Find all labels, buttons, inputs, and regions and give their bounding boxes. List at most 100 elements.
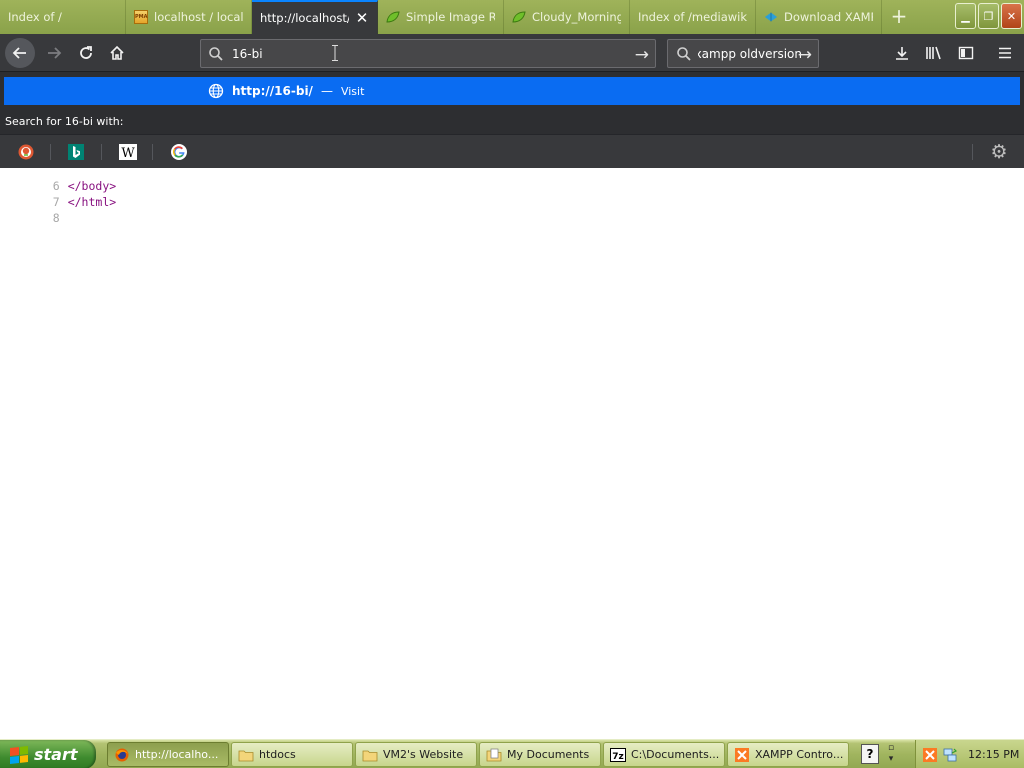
start-label: start [34,745,78,764]
task-label: My Documents [507,748,590,761]
download-icon [896,47,908,60]
taskbar-item-7zip[interactable]: 7z C:\Documents... [603,742,725,767]
reload-icon [80,46,92,59]
start-button[interactable]: start [0,740,96,768]
task-label: htdocs [259,748,296,761]
google-button[interactable] [169,142,189,162]
library-button[interactable] [920,39,948,67]
downloads-button[interactable] [888,39,916,67]
tab-label: Simple Image Resizer [406,10,495,24]
suggestion-url: http://16-bi/ [232,84,313,98]
taskbar-item-vm2-website[interactable]: VM2's Website [355,742,477,767]
line-number: 8 [52,211,60,225]
back-button[interactable] [5,38,35,68]
home-button[interactable] [103,39,131,67]
search-icon [677,46,691,61]
home-icon [110,45,124,60]
hamburger-menu-icon [999,47,1011,59]
search-bar[interactable]: xampp oldversion → [667,39,819,68]
xampp-icon [735,747,749,762]
menu-button[interactable] [991,39,1019,67]
search-go-arrow-icon[interactable]: → [798,45,812,65]
suggestion-separator: — [320,84,333,98]
engine-divider [101,144,102,160]
code-text: </html> [67,195,117,209]
bing-button[interactable] [66,142,86,162]
globe-icon [208,83,224,99]
system-tray: 12:15 PM [915,740,1024,768]
tab-localhost-phpmyadmin[interactable]: PMA localhost / localhost [126,0,252,34]
duckduckgo-icon [18,144,34,160]
taskbar: start http://localho... htdocs VM2's Web… [0,739,1024,768]
search-for-label: Search for 16-bi with: [0,110,1024,134]
wikipedia-button[interactable]: W [118,142,138,162]
engine-divider [152,144,153,160]
task-label: C:\Documents... [631,748,720,761]
firefox-icon [115,748,129,761]
go-arrow-icon[interactable]: → [635,45,649,65]
text-cursor-icon [332,45,338,61]
leaf-icon [386,11,400,23]
documents-icon [486,748,502,761]
restore-button[interactable]: ❐ [978,3,999,29]
url-autocomplete-popup: http://16-bi/ — Visit Search for 16-bi w… [0,72,1024,168]
tab-index-of-mediawiki[interactable]: Index of /mediawiki/1 [630,0,756,34]
search-input[interactable]: xampp oldversion [698,47,802,61]
engine-divider [972,144,973,160]
navigation-toolbar: → xampp oldversion → [0,34,1024,72]
tab-cloudy-morning[interactable]: Cloudy_Morning_ [504,0,630,34]
autocomplete-suggestion[interactable]: http://16-bi/ — Visit [4,77,1020,105]
tab-label: Index of /mediawiki/1 [638,10,747,24]
language-indicator[interactable]: ? [861,744,879,764]
xampp-tray-icon[interactable] [922,747,938,763]
code-line: 7 </html> [0,178,116,209]
bird-icon [764,12,778,22]
leaf-icon [512,11,526,23]
code-line: 6 </body> [0,168,116,193]
new-tab-button[interactable]: + [886,4,912,30]
taskbar-item-htdocs[interactable]: htdocs [231,742,353,767]
bing-icon [68,144,84,160]
clock[interactable]: 12:15 PM [968,748,1019,761]
tab-label: http://localhost/wiki/index.php [260,11,349,25]
url-bar[interactable]: → [200,39,656,68]
forward-button[interactable] [40,39,68,67]
taskbar-item-xampp[interactable]: XAMPP Contro... [727,742,849,767]
tab-label: Index of / [8,10,62,24]
taskbar-item-firefox[interactable]: http://localho... [107,742,229,767]
folder-icon [238,750,254,761]
tab-index-of-root[interactable]: Index of / [0,0,126,34]
tab-label: Download XAMPP [784,10,873,24]
task-label: XAMPP Contro... [755,748,844,761]
tab-simple-image-resizer[interactable]: Simple Image Resizer [378,0,504,34]
url-input[interactable] [232,46,612,61]
page-content: 6 </body> 7 </html> 8 [0,168,1024,739]
7zip-icon: 7z [610,747,626,762]
forward-arrow-icon [48,47,62,59]
gear-icon[interactable]: ⚙ [988,141,1010,163]
svg-text:W: W [121,146,135,160]
tab-download-xampp[interactable]: Download XAMPP [756,0,882,34]
show-hidden-icons-arrow[interactable]: ▫ ▾ [884,743,898,767]
tab-localhost-wiki[interactable]: http://localhost/wiki/index.php ✕ [252,0,378,34]
search-engine-bar: W ⚙ [0,134,1024,168]
duckduckgo-button[interactable] [16,142,36,162]
task-label: http://localho... [135,748,219,761]
sidebar-button[interactable] [952,39,980,67]
close-tab-icon[interactable]: ✕ [355,9,369,27]
minimize-button[interactable]: ▁ [955,3,976,29]
engine-divider [50,144,51,160]
code-line: 8 [0,194,68,225]
phpmyadmin-icon: PMA [134,10,148,24]
suggestion-action: Visit [340,84,365,98]
tab-strip: Index of / PMA localhost / localhost htt… [0,0,1024,34]
close-window-button[interactable]: ✕ [1001,3,1022,29]
tab-label: localhost / localhost [154,10,243,24]
reload-button[interactable] [72,39,100,67]
google-icon [171,144,187,160]
tab-label: Cloudy_Morning_ [532,10,621,24]
back-arrow-icon [12,47,26,59]
library-icon [926,46,941,60]
taskbar-item-my-documents[interactable]: My Documents [479,742,601,767]
network-tray-icon[interactable] [942,747,958,763]
